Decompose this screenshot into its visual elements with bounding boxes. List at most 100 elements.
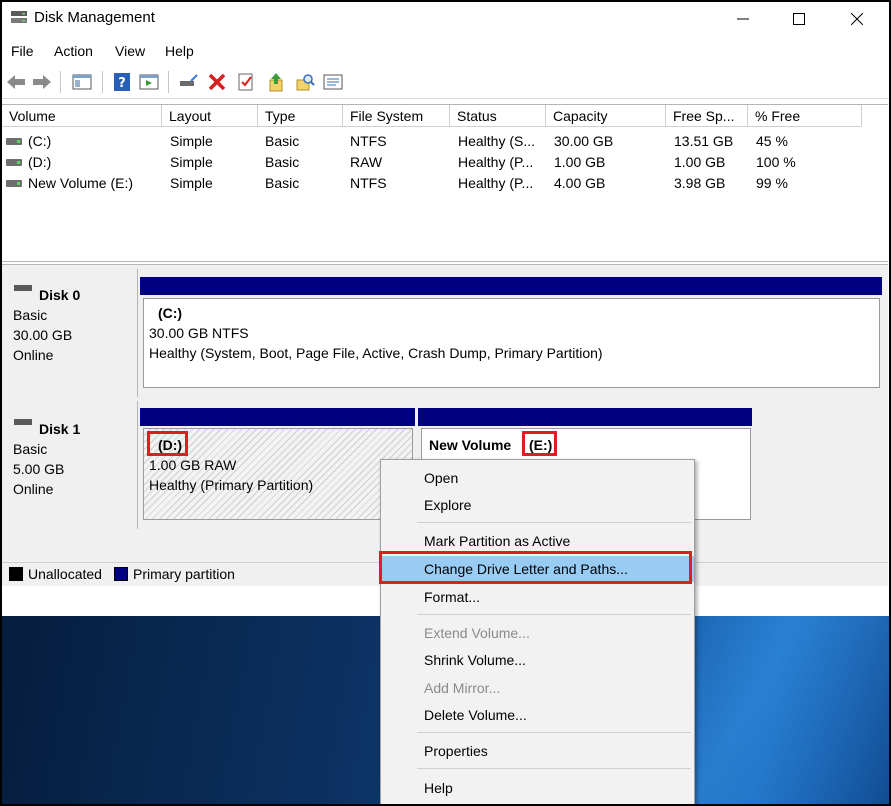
- partition-header-c: [140, 277, 882, 295]
- partition-c-label: (C:): [158, 305, 183, 321]
- toolbar-separator: [102, 71, 103, 93]
- maximize-button[interactable]: [776, 0, 822, 36]
- menu-item-extend-volume: Extend Volume...: [424, 625, 530, 641]
- disk-1-label[interactable]: Disk 1 Basic 5.00 GB Online: [2, 401, 138, 529]
- volume-name: (C:): [28, 133, 52, 149]
- volume-percent-free: 100 %: [756, 154, 796, 170]
- legend-unallocated-swatch: [9, 567, 23, 581]
- disk-1-size: 5.00 GB: [13, 461, 65, 477]
- column-header-free-space[interactable]: Free Sp...: [666, 105, 748, 127]
- volume-capacity: 30.00 GB: [554, 133, 614, 149]
- disk-1-type: Basic: [13, 441, 48, 457]
- close-button[interactable]: [834, 0, 880, 36]
- volume-status: Healthy (S...: [458, 133, 536, 149]
- disk-0-state: Online: [13, 347, 54, 363]
- disk-management-app-icon: [11, 11, 27, 23]
- volume-layout: Simple: [170, 133, 213, 149]
- disk-0-label[interactable]: Disk 0 Basic 30.00 GB Online: [2, 269, 138, 397]
- volume-status: Healthy (P...: [458, 154, 534, 170]
- partition-c[interactable]: (C:) 30.00 GB NTFS Healthy (System, Boot…: [143, 298, 880, 388]
- menu-item-format[interactable]: Format...: [381, 584, 694, 610]
- volume-capacity: 1.00 GB: [554, 154, 606, 170]
- partition-header-e: [418, 408, 752, 426]
- drive-icon: [6, 159, 22, 166]
- properties-icon[interactable]: [235, 71, 257, 93]
- column-header-type[interactable]: Type: [258, 105, 343, 127]
- volume-type: Basic: [265, 154, 300, 170]
- volume-name: New Volume (E:): [28, 175, 134, 191]
- back-icon[interactable]: [5, 71, 27, 93]
- volume-free-space: 1.00 GB: [674, 154, 726, 170]
- menu-item-help[interactable]: Help: [381, 775, 694, 801]
- menu-item-properties[interactable]: Properties: [381, 738, 694, 764]
- drive-icon: [6, 138, 22, 145]
- volume-type: Basic: [265, 133, 300, 149]
- column-header-volume[interactable]: Volume: [2, 105, 162, 127]
- volume-percent-free: 45 %: [756, 133, 788, 149]
- volume-file-system: RAW: [350, 154, 383, 170]
- legend-unallocated-label: Unallocated: [28, 566, 102, 582]
- volume-row[interactable]: (D:) Simple Basic RAW Healthy (P... 1.00…: [2, 152, 888, 173]
- volume-type: Basic: [265, 175, 300, 191]
- menu-separator: [417, 768, 691, 769]
- disk-0-size: 30.00 GB: [13, 327, 73, 343]
- menu-item-shrink-volume[interactable]: Shrink Volume...: [381, 647, 694, 673]
- disk-1-name: Disk 1: [39, 421, 81, 437]
- partition-c-size: 30.00 GB NTFS: [149, 325, 249, 341]
- volume-free-space: 13.51 GB: [674, 133, 734, 149]
- volume-name: (D:): [28, 154, 52, 170]
- menu-file[interactable]: File: [11, 43, 34, 59]
- forward-icon[interactable]: [31, 71, 53, 93]
- window-title: Disk Management: [34, 9, 155, 26]
- list-icon[interactable]: [322, 71, 344, 93]
- minimize-button[interactable]: [720, 0, 766, 36]
- toolbar-separator: [60, 71, 61, 93]
- column-header-percent-free[interactable]: % Free: [748, 105, 862, 127]
- disk-icon: [14, 285, 32, 291]
- menu-item-open[interactable]: Open: [381, 465, 694, 491]
- console-tree-icon[interactable]: [71, 71, 93, 93]
- legend-primary-swatch: [114, 567, 128, 581]
- export-icon[interactable]: [265, 71, 287, 93]
- partition-d-size: 1.00 GB RAW: [149, 457, 237, 473]
- partition-c-status: Healthy (System, Boot, Page File, Active…: [149, 345, 603, 361]
- volume-file-system: NTFS: [350, 133, 387, 149]
- help-icon[interactable]: ?: [111, 71, 133, 93]
- volume-list: Volume Layout Type File System Status Ca…: [2, 104, 888, 262]
- delete-icon[interactable]: [206, 71, 228, 93]
- volume-row[interactable]: New Volume (E:) Simple Basic NTFS Health…: [2, 173, 888, 194]
- partition-header-d: [140, 408, 415, 426]
- disk-1-state: Online: [13, 481, 54, 497]
- menu-action[interactable]: Action: [54, 43, 93, 59]
- column-header-file-system[interactable]: File System: [343, 105, 450, 127]
- column-header-status[interactable]: Status: [450, 105, 546, 127]
- column-header-layout[interactable]: Layout: [162, 105, 258, 127]
- menu-view[interactable]: View: [115, 43, 145, 59]
- volume-layout: Simple: [170, 154, 213, 170]
- drive-icon: [6, 180, 22, 187]
- menu-help[interactable]: Help: [165, 43, 194, 59]
- volume-row[interactable]: (C:) Simple Basic NTFS Healthy (S... 30.…: [2, 131, 888, 152]
- search-icon[interactable]: [294, 71, 316, 93]
- annotation-highlight-e: [522, 431, 557, 456]
- annotation-highlight-d: [147, 431, 188, 456]
- annotation-highlight-change-drive-letter: [379, 551, 692, 584]
- toolbar-separator: [168, 71, 169, 93]
- connect-icon[interactable]: [177, 71, 199, 93]
- close-icon: [850, 12, 864, 26]
- maximize-icon: [793, 13, 805, 26]
- menu-separator: [417, 522, 691, 523]
- volume-free-space: 3.98 GB: [674, 175, 726, 191]
- menu-item-delete-volume[interactable]: Delete Volume...: [381, 702, 694, 728]
- partition-d-status: Healthy (Primary Partition): [149, 477, 314, 493]
- context-menu: Open Explore Mark Partition as Active Ch…: [380, 459, 695, 806]
- volume-status: Healthy (P...: [458, 175, 534, 191]
- partition-e-label: New Volume: [429, 437, 512, 453]
- column-header-capacity[interactable]: Capacity: [546, 105, 666, 127]
- title-bar: Disk Management: [0, 0, 891, 36]
- disk-0-name: Disk 0: [39, 287, 81, 303]
- show-hide-icon[interactable]: [138, 71, 160, 93]
- svg-text:?: ?: [118, 76, 126, 91]
- minimize-icon: [737, 18, 749, 20]
- menu-item-explore[interactable]: Explore: [381, 492, 694, 518]
